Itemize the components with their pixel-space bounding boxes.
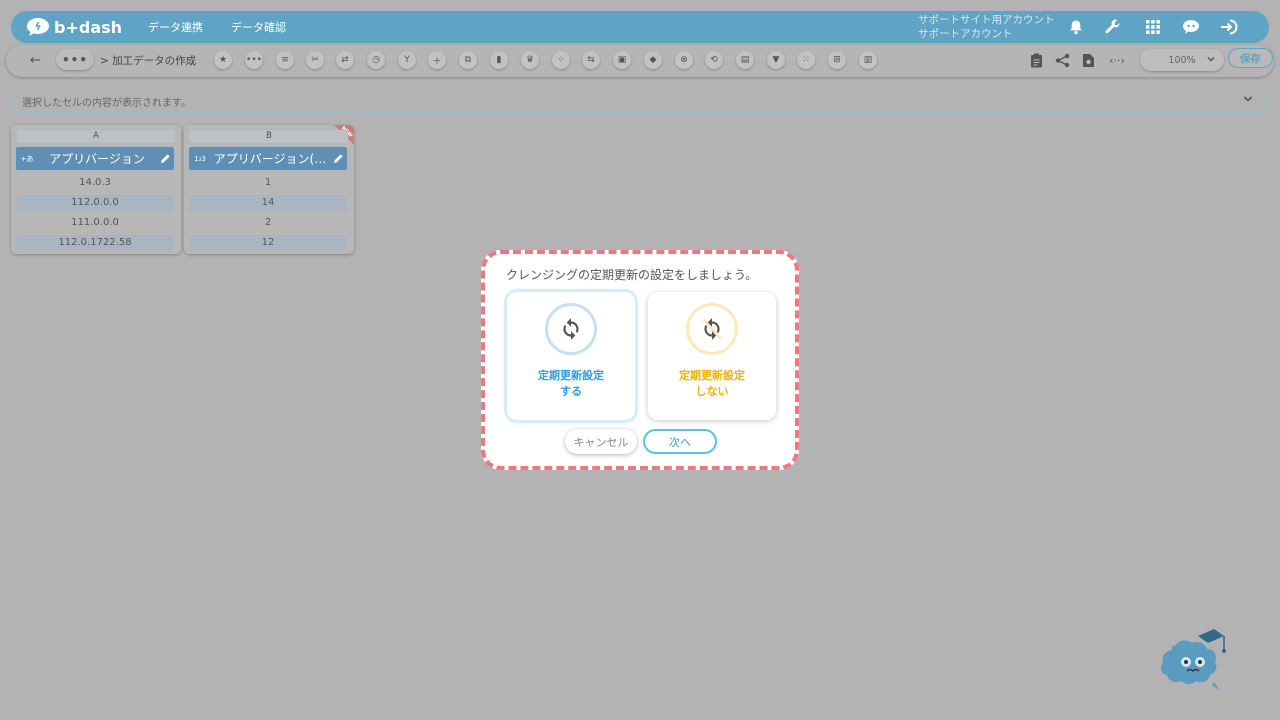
table-cell[interactable]: 12 <box>190 235 346 250</box>
table-cell[interactable]: 1 <box>190 175 346 190</box>
column-name: アプリバージョン(… <box>213 152 327 166</box>
close-circle-icon[interactable]: ⊗ <box>675 51 693 69</box>
column-icon[interactable]: ▥ <box>859 51 877 69</box>
option-enable-line2: する <box>560 385 582 398</box>
option-disable-periodic-update[interactable]: 定期更新設定 しない <box>648 292 776 420</box>
column-letter: B <box>190 130 348 143</box>
split-icon[interactable]: ⇄ <box>336 51 354 69</box>
logo-icon <box>27 18 49 36</box>
column-header[interactable]: 1₂3 アプリバージョン(… <box>189 147 347 170</box>
account-sub: サポートアカウント <box>918 28 1013 40</box>
edit-pencil-icon[interactable] <box>329 153 347 164</box>
file-icon[interactable] <box>1079 51 1097 69</box>
nav-data-check[interactable]: データ確認 <box>231 19 286 35</box>
column-letter: A <box>17 130 175 143</box>
logo-text: b+dash <box>54 17 123 37</box>
chevron-down-icon[interactable] <box>1242 93 1254 105</box>
refresh-icon <box>545 303 597 355</box>
option-enable-line1: 定期更新設定 <box>538 369 604 382</box>
convert-icon[interactable]: ⇆ <box>582 51 600 69</box>
more-icon[interactable]: ••• <box>245 51 263 69</box>
dialog-title: クレンジングの定期更新の設定をしましょう。 <box>506 268 758 282</box>
table-cell[interactable]: 111.0.0.0 <box>17 215 173 230</box>
zoom-value: 100% <box>1168 54 1196 66</box>
bell-icon[interactable] <box>1066 17 1086 37</box>
assistant-mascot-icon[interactable] <box>1158 624 1230 692</box>
chevron-down-icon <box>1207 57 1215 62</box>
table-cell[interactable]: 112.0.1722.58 <box>17 235 173 250</box>
timer-icon[interactable]: ◷ <box>367 51 385 69</box>
app-header: b+dash データ連携 データ確認 サポートサイト用アカウント サポートアカウ… <box>11 11 1269 43</box>
wrench-icon[interactable] <box>1103 17 1123 37</box>
box-icon[interactable]: ◆ <box>644 51 662 69</box>
crown-icon[interactable]: ♛ <box>521 51 539 69</box>
cell-content-bar[interactable]: 選択したセルの内容が表示されます。 <box>10 87 1269 113</box>
table-cell[interactable]: 2 <box>190 215 346 230</box>
nav-data-link[interactable]: データ連携 <box>148 19 203 35</box>
star-icon[interactable]: ★ <box>214 51 232 69</box>
column-header[interactable]: +あ アプリバージョン <box>16 147 174 170</box>
number-type-icon: 1₂3 <box>194 154 206 163</box>
option-disable-label: 定期更新設定 しない <box>648 368 776 400</box>
lock-icon[interactable]: ▣ <box>613 51 631 69</box>
table-cell[interactable]: 112.0.0.0 <box>17 195 173 210</box>
back-arrow-icon[interactable]: ← <box>30 53 41 68</box>
refresh-off-icon <box>686 303 738 355</box>
cancel-button[interactable]: キャンセル <box>565 429 637 454</box>
clipboard-icon[interactable] <box>1027 51 1045 69</box>
column-a-card[interactable]: A +あ アプリバージョン 14.0.3 112.0.0.0 111.0.0.0… <box>11 125 181 254</box>
expand-icon[interactable]: ⁘ <box>552 51 570 69</box>
code-icon[interactable]: ‹··› <box>1104 51 1130 69</box>
zoom-select[interactable]: 100% <box>1140 49 1224 71</box>
apps-grid-icon[interactable] <box>1143 17 1163 37</box>
option-disable-line1: 定期更新設定 <box>679 369 745 382</box>
delete-icon[interactable]: ▮ <box>490 51 508 69</box>
filter-icon[interactable]: ▼ <box>767 51 785 69</box>
account-name: サポートサイト用アカウント <box>918 14 1055 26</box>
cell-content-placeholder: 選択したセルの内容が表示されます。 <box>22 98 191 109</box>
periodic-update-dialog: クレンジングの定期更新の設定をしましょう。 定期更新設定 する 定期更新設定 し… <box>481 250 799 470</box>
save-button[interactable]: 保存 <box>1228 48 1273 68</box>
column-name: アプリバージョン <box>49 152 145 166</box>
tools-icon[interactable]: ✂ <box>306 51 324 69</box>
breadcrumb-more-button[interactable]: ••• <box>56 49 94 70</box>
table-cell[interactable]: 14.0.3 <box>17 175 173 190</box>
list-icon[interactable]: ≡ <box>276 51 294 69</box>
chat-bot-icon[interactable] <box>1181 17 1201 37</box>
share-icon[interactable] <box>1053 51 1071 69</box>
option-enable-periodic-update[interactable]: 定期更新設定 する <box>507 292 635 420</box>
breadcrumb: > 加工データの作成 <box>100 55 197 67</box>
text-type-icon: +あ <box>20 154 34 163</box>
option-disable-line2: しない <box>695 385 729 398</box>
option-enable-label: 定期更新設定 する <box>507 368 635 400</box>
column-b-card[interactable]: NEW B 1₂3 アプリバージョン(… 1 14 2 12 <box>184 125 354 254</box>
table-cell[interactable]: 14 <box>190 195 346 210</box>
edit-pencil-icon[interactable] <box>156 153 174 164</box>
logout-icon[interactable] <box>1219 17 1239 37</box>
merge-icon[interactable]: Y <box>398 51 416 69</box>
add-icon[interactable]: ＋ <box>428 51 446 69</box>
calc-icon[interactable]: ▤ <box>736 51 754 69</box>
app-logo[interactable]: b+dash <box>25 16 122 38</box>
table-icon[interactable]: ⊞ <box>828 51 846 69</box>
replace-icon[interactable]: ⟲ <box>705 51 723 69</box>
next-button[interactable]: 次へ <box>643 429 717 454</box>
editor-toolbar: ← ••• > 加工データの作成 ★ ••• ≡ ✂ ⇄ ◷ Y ＋ ⧉ ▮ ♛… <box>6 45 1274 77</box>
copy-icon[interactable]: ⧉ <box>459 51 477 69</box>
group-icon[interactable]: ⁙ <box>797 51 815 69</box>
account-info[interactable]: サポートサイト用アカウント サポートアカウント <box>918 13 1055 41</box>
